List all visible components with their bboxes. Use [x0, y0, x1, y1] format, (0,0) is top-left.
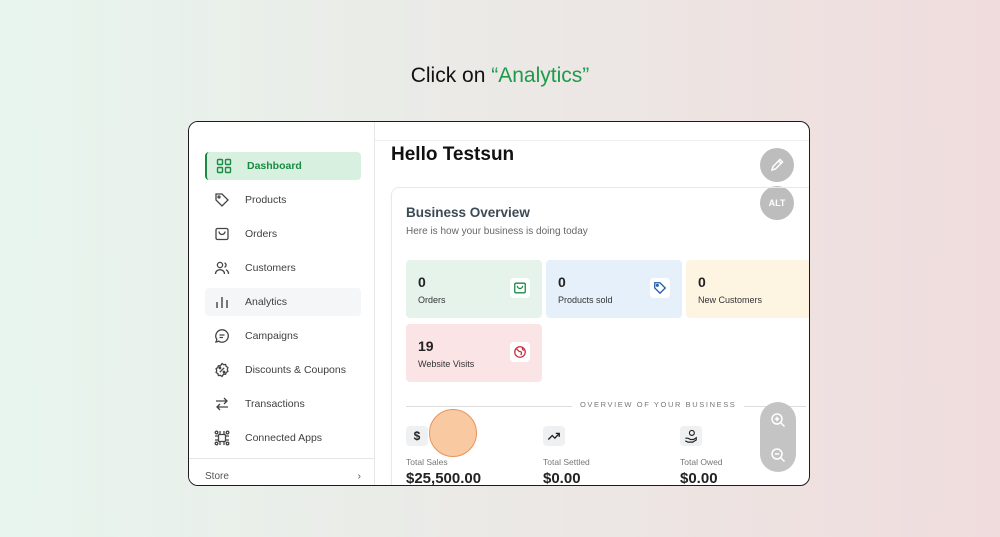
stat-card-products-sold[interactable]: 0 Products sold [546, 260, 682, 318]
stat-label: Website Visits [418, 359, 475, 369]
shopping-bag-icon [510, 278, 530, 298]
pencil-icon [769, 157, 785, 173]
total-owed-label: Total Owed [680, 457, 723, 467]
sidebar-item-label: Dashboard [247, 160, 302, 172]
sidebar-item-dashboard[interactable]: Dashboard [205, 152, 361, 180]
sidebar-item-analytics[interactable]: Analytics [205, 288, 361, 316]
sidebar-item-customers[interactable]: Customers [205, 254, 361, 282]
users-icon [213, 259, 231, 277]
total-sales-label: Total Sales [406, 457, 448, 467]
sidebar: Dashboard Products Orders Customers Anal… [189, 122, 375, 485]
sidebar-item-discounts-coupons[interactable]: Discounts & Coupons [205, 356, 361, 384]
arrows-exchange-icon [213, 395, 231, 413]
zoom-out-icon[interactable] [770, 447, 786, 463]
stat-label: New Customers [698, 295, 763, 305]
total-settled-value: $0.00 [543, 470, 581, 486]
section-label: OVERVIEW OF YOUR BUSINESS [572, 400, 745, 409]
chat-bubble-icon [213, 327, 231, 345]
stat-value: 0 [698, 274, 706, 290]
stat-value: 0 [558, 274, 566, 290]
header-divider [375, 140, 809, 141]
dollar-glyph: $ [413, 429, 421, 443]
store-label: Store [205, 471, 229, 482]
page-title: Hello Testsun [391, 144, 515, 165]
sidebar-item-transactions[interactable]: Transactions [205, 390, 361, 418]
tag-icon [650, 278, 670, 298]
stat-value: 0 [418, 274, 426, 290]
instruction-text: Click on “Analytics” [0, 64, 1000, 88]
sidebar-item-label: Customers [245, 262, 296, 274]
edit-button[interactable] [760, 148, 794, 182]
sidebar-item-connected-apps[interactable]: Connected Apps [205, 424, 361, 452]
sidebar-item-label: Analytics [245, 296, 288, 308]
sidebar-item-orders[interactable]: Orders [205, 220, 361, 248]
total-owed-value: $0.00 [680, 470, 718, 486]
sidebar-divider [189, 458, 374, 459]
instruction-target: “Analytics” [491, 64, 590, 87]
click-target-marker [429, 409, 477, 457]
chevron-right-icon: › [357, 471, 361, 482]
trend-up-icon [543, 426, 565, 446]
stat-value: 19 [418, 338, 434, 354]
stat-card-website-visits[interactable]: 19 Website Visits [406, 324, 542, 382]
zoom-controls [760, 402, 796, 472]
stat-label: Products sold [558, 295, 613, 305]
sidebar-item-label: Campaigns [245, 330, 299, 342]
overview-title: Business Overview [406, 205, 530, 220]
store-selector[interactable]: Store › [205, 471, 361, 482]
sidebar-item-campaigns[interactable]: Campaigns [205, 322, 361, 350]
hand-coin-icon [680, 426, 702, 446]
apps-icon [213, 429, 231, 447]
sidebar-item-label: Discounts & Coupons [245, 364, 346, 376]
sidebar-item-products[interactable]: Products [205, 186, 361, 214]
total-settled-label: Total Settled [543, 457, 590, 467]
discount-badge-icon [213, 361, 231, 379]
sidebar-item-label: Connected Apps [245, 432, 323, 444]
zoom-in-icon[interactable] [770, 412, 786, 428]
tag-icon [213, 191, 231, 209]
stat-label: Orders [418, 295, 446, 305]
sidebar-item-label: Products [245, 194, 287, 206]
total-sales-value: $25,500.00 [406, 470, 482, 486]
shopping-bag-icon [213, 225, 231, 243]
overview-subtitle: Here is how your business is doing today [406, 226, 588, 237]
grid-icon [215, 157, 233, 175]
dollar-icon: $ [406, 426, 428, 446]
app-frame: Dashboard Products Orders Customers Anal… [188, 121, 810, 486]
stat-card-orders[interactable]: 0 Orders [406, 260, 542, 318]
sidebar-item-label: Orders [245, 228, 278, 240]
instruction-prefix: Click on [410, 64, 492, 87]
globe-icon [510, 342, 530, 362]
stat-card-new-customers[interactable]: 0 New Customers [686, 260, 809, 318]
bar-chart-icon [213, 293, 231, 311]
sidebar-item-label: Transactions [245, 398, 305, 410]
